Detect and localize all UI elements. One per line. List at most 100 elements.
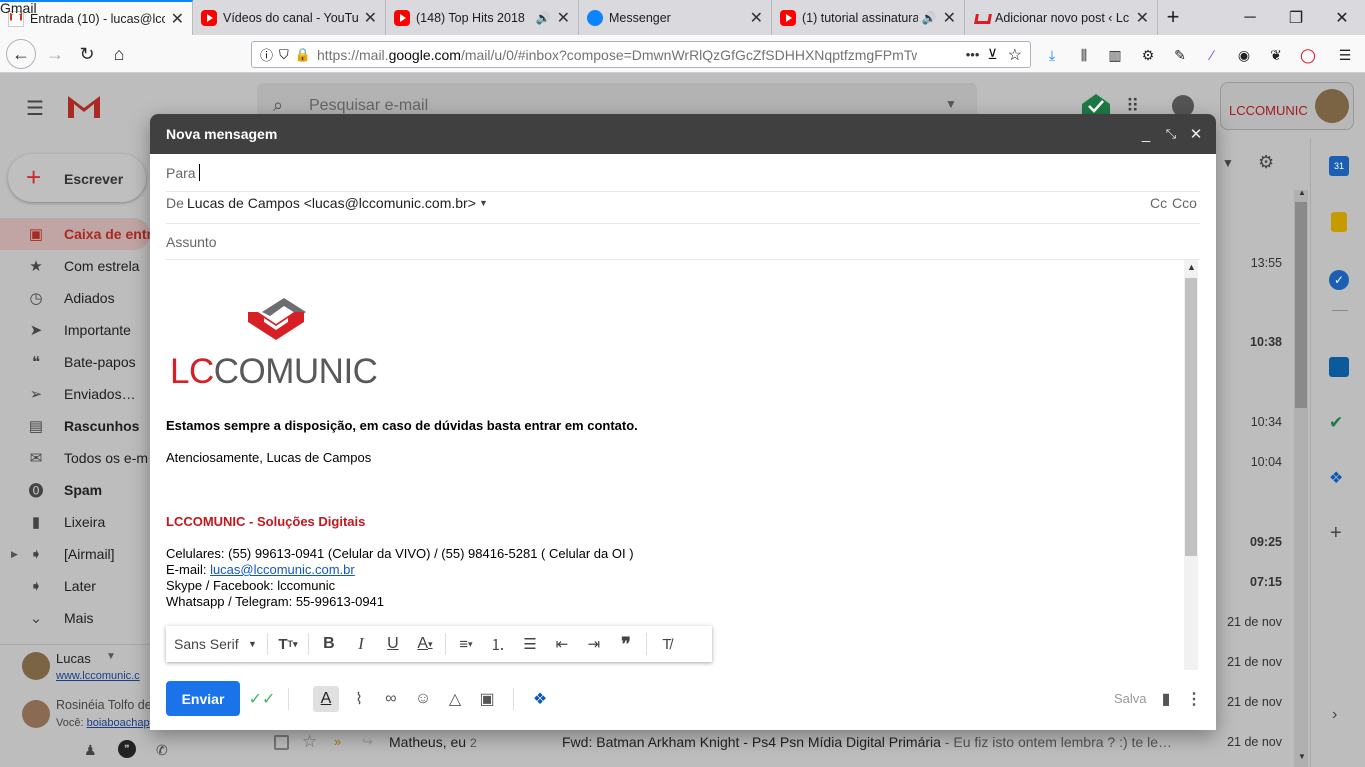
keep-icon[interactable] <box>1331 212 1347 232</box>
close-icon[interactable]: ✕ <box>1186 124 1206 144</box>
download-icon[interactable]: ⤓ <box>1041 44 1063 66</box>
close-icon[interactable]: ✕ <box>1136 8 1149 28</box>
search-options-icon[interactable]: ▼ <box>945 97 957 111</box>
sidebar-item-drafts[interactable]: ▤ Rascunhos <box>0 410 150 442</box>
scroll-up-icon[interactable]: ▲ <box>1298 188 1306 197</box>
font-size-icon[interactable]: T T▾ <box>272 630 304 658</box>
cc-link[interactable]: Cc <box>1150 195 1167 211</box>
tab-messenger[interactable]: Messenger ✕ <box>579 0 772 35</box>
add-addon-icon[interactable]: + <box>1330 522 1342 545</box>
message-body[interactable]: LCCOMUNIC Estamos sempre a disposição, e… <box>166 260 1184 670</box>
tab-wordpress[interactable]: Adicionar novo post ‹ Lc ✕ <box>965 0 1158 35</box>
sidebar-item-spam[interactable]: ⓿ Spam <box>0 474 150 506</box>
scrollbar-thumb[interactable] <box>1185 278 1197 556</box>
gear-icon[interactable]: ⚙ <box>1258 152 1274 173</box>
important-icon[interactable]: » <box>334 734 341 749</box>
bold-icon[interactable]: B <box>313 630 345 658</box>
search-input[interactable]: Pesquisar e-mail <box>309 97 428 115</box>
restore-icon[interactable]: ❐ <box>1273 0 1319 35</box>
tab-youtube-videos[interactable]: Vídeos do canal - YouTu ✕ <box>193 0 386 35</box>
sidebar-item-later[interactable]: ➧ Later <box>0 570 150 602</box>
speaker-icon[interactable]: 🔊 <box>922 11 937 25</box>
hangouts-user-link[interactable]: www.lccomunic.c <box>56 670 140 682</box>
back-icon[interactable]: ← <box>6 39 36 69</box>
sidebar-item-chats[interactable]: ❝ Bate-papos <box>0 346 150 378</box>
scroll-up-icon[interactable]: ▲ <box>1187 262 1196 272</box>
checkbox-icon[interactable] <box>274 735 289 750</box>
more-options-icon[interactable]: ⋮ <box>1181 686 1207 712</box>
formatting-options-icon[interactable]: A <box>313 686 339 712</box>
home-icon[interactable]: ⌂ <box>104 39 134 69</box>
hangouts-contact-name[interactable]: Rosinéia Tolfo de <box>56 698 150 712</box>
sidebar-item-snoozed[interactable]: ◷ Adiados <box>0 282 150 314</box>
pen-icon[interactable]: ∕ <box>1201 44 1223 66</box>
compose-button[interactable]: + Escrever <box>8 154 146 202</box>
fullscreen-exit-icon[interactable]: ⤡ <box>1161 124 1181 144</box>
addon-check-icon[interactable]: ✔ <box>1329 413 1343 433</box>
indent-less-icon[interactable]: ⇤ <box>546 630 578 658</box>
photo-icon[interactable]: ▣ <box>474 686 500 712</box>
message-link[interactable]: boiaboachap <box>87 717 150 729</box>
avatar[interactable] <box>22 700 50 728</box>
subject-input[interactable]: Assunto <box>166 234 217 250</box>
new-tab-button[interactable]: + <box>1160 4 1186 30</box>
scrollbar-thumb[interactable] <box>1295 202 1307 408</box>
status-dropdown-icon[interactable]: ▼ <box>106 651 116 662</box>
from-value[interactable]: Lucas de Campos <lucas@lccomunic.com.br> <box>187 195 476 211</box>
sidebar-icon[interactable]: ▥ <box>1104 44 1126 66</box>
extension-icon[interactable]: ⚙ <box>1137 44 1159 66</box>
attach-icon[interactable]: ⌇ <box>346 686 372 712</box>
bulleted-list-icon[interactable]: ☰ <box>514 630 546 658</box>
trello-icon[interactable] <box>1329 357 1349 377</box>
double-check-icon[interactable]: ✓✓ <box>249 686 276 712</box>
tab-youtube-tutorial[interactable]: (1) tutorial assinatura 🔊 ✕ <box>772 0 965 35</box>
opera-icon[interactable]: ◯ <box>1297 44 1319 66</box>
trash-icon[interactable]: ▮ <box>1153 686 1179 712</box>
close-icon[interactable]: ✕ <box>750 8 763 28</box>
sidebar-item-sent[interactable]: ➢ Enviados… <box>0 378 150 410</box>
person-icon[interactable]: ♟ <box>84 742 97 759</box>
phone-icon[interactable]: ✆ <box>156 742 168 759</box>
close-icon[interactable]: ✕ <box>557 8 570 28</box>
scroll-down-icon[interactable]: ▼ <box>1298 752 1306 761</box>
evernote-icon[interactable]: ❦ <box>1265 44 1287 66</box>
hangouts-icon[interactable]: ❞ <box>118 740 136 758</box>
body-scrollbar[interactable]: ▲ <box>1184 260 1198 670</box>
sidebar-item-airmail[interactable]: ▶ ➧ [Airmail] <box>0 538 150 570</box>
list-scrollbar[interactable] <box>1294 190 1308 767</box>
minimize-icon[interactable]: _ <box>1136 124 1156 144</box>
avatar[interactable] <box>22 652 50 680</box>
library-icon[interactable]: ⫼ <box>1073 44 1095 66</box>
gmail-logo-icon[interactable] <box>66 92 102 120</box>
sidebar-item-more[interactable]: ⌄ Mais <box>0 602 150 634</box>
url-bar[interactable]: ⓘ ⛉ 🔒 https://mail.google.com/mail/u/0/#… <box>251 41 1031 68</box>
color-wheel-icon[interactable]: ◉ <box>1233 44 1255 66</box>
hamburger-icon[interactable]: ☰ <box>26 96 44 121</box>
email-link[interactable]: lucas@lccomunic.com.br <box>210 562 355 577</box>
shield-icon[interactable]: ⛉ <box>279 47 289 63</box>
from-field[interactable]: De Lucas de Campos <lucas@lccomunic.com.… <box>166 186 1200 224</box>
hangouts-contact-last-message[interactable]: Você: boiaboachap <box>56 717 150 729</box>
indent-more-icon[interactable]: ⇥ <box>578 630 610 658</box>
align-icon[interactable]: ≡ ▾ <box>450 630 482 658</box>
speaker-icon[interactable]: 🔊 <box>536 11 551 25</box>
emoji-icon[interactable]: ☺ <box>410 686 436 712</box>
close-window-icon[interactable]: ✕ <box>1319 0 1365 35</box>
link-icon[interactable]: ∞ <box>378 686 404 712</box>
chevron-right-icon[interactable]: › <box>1332 706 1337 724</box>
page-actions-icon[interactable]: ••• <box>966 47 980 62</box>
sidebar-item-all-mail[interactable]: ✉ Todos os e-m <box>0 442 150 474</box>
search-icon[interactable]: ⌕ <box>273 95 283 116</box>
compose-header[interactable]: Nova mensagem _ ⤡ ✕ <box>150 114 1216 154</box>
lock-icon[interactable]: 🔒 <box>295 47 311 63</box>
table-row[interactable]: ☆ » ↪ Matheus, eu 2 Fwd: Batman Arkham K… <box>258 730 1288 756</box>
close-icon[interactable]: ✕ <box>943 8 956 28</box>
remove-formatting-icon[interactable]: T̸ <box>651 630 683 658</box>
pocket-icon[interactable]: ⊻ <box>987 46 997 63</box>
chevron-down-icon[interactable]: ▼ <box>479 198 488 208</box>
expand-arrow-icon[interactable]: ▶ <box>11 549 18 560</box>
close-icon[interactable]: ✕ <box>364 8 377 28</box>
dropbox-icon[interactable]: ❖ <box>1329 468 1343 488</box>
dropdown-icon[interactable]: ▼ <box>1222 156 1234 170</box>
sidebar-item-trash[interactable]: ▮ Lixeira <box>0 506 150 538</box>
